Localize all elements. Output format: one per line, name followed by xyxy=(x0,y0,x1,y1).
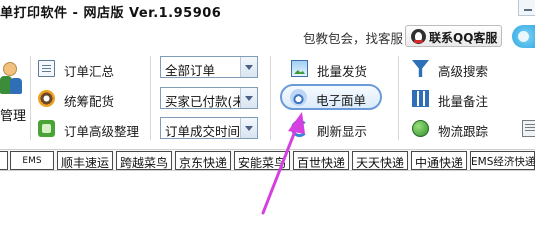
document-list-icon xyxy=(38,60,55,77)
electronic-waybill-label: 电子面单 xyxy=(316,93,367,108)
order-summary-label: 订单汇总 xyxy=(64,64,115,79)
qq-support-label: 联系QQ客服 xyxy=(429,31,498,45)
tab-tiantian-express[interactable]: 天天快递 xyxy=(352,151,408,170)
toolbar-divider xyxy=(270,56,271,140)
tab-label: 百世快递 xyxy=(296,156,345,170)
scanner-icon xyxy=(290,89,307,106)
promo-text: 包教包会，找客服 xyxy=(303,31,404,46)
tab-label: EMS xyxy=(22,156,42,166)
advanced-search-label: 高级搜索 xyxy=(438,64,489,79)
order-status-value: 全部订单 xyxy=(165,63,216,78)
tab-ems[interactable]: EMS xyxy=(10,151,54,170)
window-title: 单打印软件 - 网店版 Ver.1.95906 xyxy=(0,6,222,21)
title-bar: 单打印软件 - 网店版 Ver.1.95906 xyxy=(0,0,535,22)
tab-label: 中通快递 xyxy=(414,156,463,170)
electronic-waybill-button[interactable]: 电子面单 xyxy=(280,84,382,110)
tab-label: 天天快递 xyxy=(355,156,404,170)
logistics-tracking-label: 物流跟踪 xyxy=(438,124,489,139)
users-icon[interactable] xyxy=(0,62,22,96)
tab-jd-express[interactable]: 京东快递 xyxy=(175,151,231,170)
tab-partial[interactable] xyxy=(0,151,8,170)
tab-label: 安能菜鸟 xyxy=(237,156,286,170)
minimize-icon[interactable] xyxy=(518,0,535,16)
chevron-down-icon[interactable] xyxy=(240,118,257,138)
manage-label[interactable]: 管理 xyxy=(0,105,26,124)
tab-zto-express[interactable]: 中通快递 xyxy=(411,151,467,170)
order-status-select[interactable]: 全部订单 xyxy=(160,56,258,78)
order-list-area xyxy=(0,172,535,247)
advanced-organize-label: 订单高级整理 xyxy=(64,124,140,139)
support-strip: 包教包会，找客服 联系QQ客服 xyxy=(0,22,535,50)
sort-by-select[interactable]: 订单成交时间, xyxy=(160,117,258,139)
qq-support-button[interactable]: 联系QQ客服 xyxy=(405,25,502,47)
tab-sf-express[interactable]: 顺丰速运 xyxy=(57,151,113,170)
main-toolbar: 管理 订单汇总 统筹配货 订单高级整理 全部订单 买家已付款(未 订单成交时间,… xyxy=(0,50,535,146)
qq-penguin-icon xyxy=(411,29,426,44)
tab-anneng-cainiao[interactable]: 安能菜鸟 xyxy=(234,151,290,170)
globe-icon xyxy=(412,120,429,137)
chevron-down-icon[interactable] xyxy=(240,57,257,77)
skin-orb-icon[interactable] xyxy=(512,25,535,48)
batch-note-label: 批量备注 xyxy=(438,94,489,109)
tab-best-express[interactable]: 百世快递 xyxy=(293,151,349,170)
image-icon xyxy=(291,60,308,77)
tab-label: 跨越菜鸟 xyxy=(119,156,168,170)
courier-tab-strip: EMS 顺丰速运 跨越菜鸟 京东快递 安能菜鸟 百世快递 天天快递 中通快递 E… xyxy=(0,149,535,171)
tab-label: 顺丰速运 xyxy=(60,156,109,170)
toolbar-divider xyxy=(30,56,31,140)
batch-ship-label: 批量发货 xyxy=(317,64,368,79)
toolbar-divider xyxy=(150,56,151,140)
overflow-tool-button[interactable] xyxy=(522,118,535,140)
tab-ems-economy[interactable]: EMS经济快递 xyxy=(470,151,535,170)
tab-label: 京东快递 xyxy=(178,156,227,170)
sort-by-value: 订单成交时间, xyxy=(165,124,241,139)
chevron-down-icon[interactable] xyxy=(240,88,257,108)
payment-status-select[interactable]: 买家已付款(未 xyxy=(160,87,258,109)
toolbar-divider xyxy=(398,56,399,140)
tab-label: EMS经济快递 xyxy=(471,156,535,168)
funnel-icon xyxy=(412,60,429,77)
refresh-icon xyxy=(291,120,308,137)
payment-status-value: 买家已付款(未 xyxy=(165,94,241,109)
refresh-display-label: 刷新显示 xyxy=(317,124,368,139)
tab-kuayue-cainiao[interactable]: 跨越菜鸟 xyxy=(116,151,172,170)
gear-icon xyxy=(38,90,55,107)
grid-icon xyxy=(412,90,429,107)
notes-icon xyxy=(522,120,535,137)
organize-icon xyxy=(38,120,55,137)
allocate-goods-label: 统筹配货 xyxy=(64,94,115,109)
